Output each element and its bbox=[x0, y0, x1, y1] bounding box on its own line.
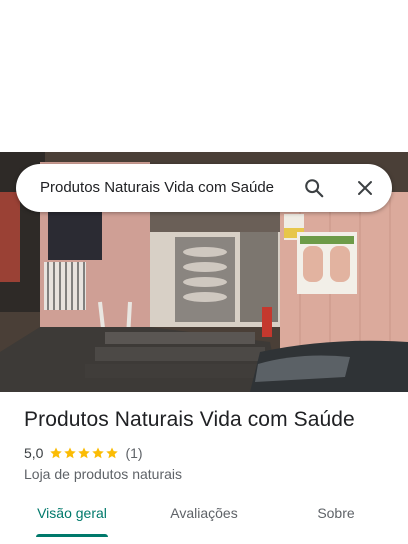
star-icon bbox=[92, 447, 105, 459]
search-input[interactable]: Produtos Naturais Vida com Saúde bbox=[40, 164, 274, 212]
tab-overview[interactable]: Visão geral bbox=[24, 494, 120, 534]
tab-reviews[interactable]: Avaliações bbox=[156, 494, 252, 534]
active-tab-indicator bbox=[36, 534, 108, 537]
rating-row[interactable]: 5,0 (1) bbox=[24, 444, 143, 462]
star-icon bbox=[78, 447, 91, 459]
place-tabs: Visão geral Avaliações Sobre bbox=[0, 494, 408, 537]
star-rating bbox=[49, 446, 119, 460]
place-title: Produtos Naturais Vida com Saúde bbox=[24, 408, 355, 431]
search-bar[interactable]: Produtos Naturais Vida com Saúde bbox=[16, 164, 392, 212]
star-icon bbox=[64, 447, 77, 459]
star-icon bbox=[106, 447, 119, 459]
tab-about[interactable]: Sobre bbox=[288, 494, 384, 534]
place-category: Loja de produtos naturais bbox=[24, 466, 182, 482]
search-icon[interactable] bbox=[296, 170, 332, 206]
rating-value: 5,0 bbox=[24, 445, 44, 461]
close-icon[interactable] bbox=[347, 170, 383, 206]
review-count[interactable]: (1) bbox=[125, 445, 142, 461]
star-icon bbox=[50, 447, 63, 459]
